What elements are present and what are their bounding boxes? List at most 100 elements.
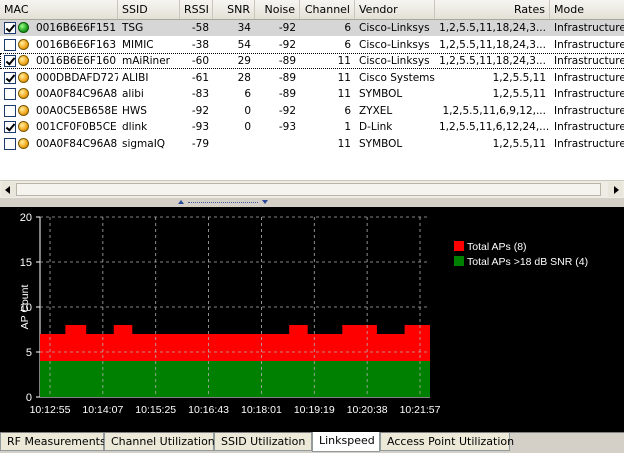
cell-rates: 1,2,5.5,11,6,12,24,... bbox=[439, 121, 550, 133]
cell-snr: 6 bbox=[244, 88, 251, 100]
table-row[interactable]: 00A0F84C96A8 alibi -83 6 -89 11 SYMBOL 1,2,5.5,… bbox=[0, 86, 624, 102]
cell-channel: 11 bbox=[337, 88, 351, 100]
cell-ssid: HWS bbox=[122, 104, 147, 117]
column-header-ssid[interactable]: SSID bbox=[118, 0, 180, 19]
splitter-grip-icon[interactable] bbox=[178, 200, 268, 205]
cell-rssi: -58 bbox=[191, 22, 209, 34]
cell-ssid: TSG bbox=[122, 22, 144, 34]
row-checkbox[interactable] bbox=[4, 121, 16, 133]
table-row[interactable]: 00A0F84C96A8 sigmaIQ -79 11 SYMBOL 1,2,5.5,11… bbox=[0, 136, 624, 152]
cell-mac: 000DBDAFD727 bbox=[36, 71, 118, 84]
cell-mode: Infrastructure bbox=[554, 71, 624, 84]
cell-ssid: ALIBI bbox=[122, 71, 149, 84]
ap-count-chart: 0 5 10 15 20 10:12:55 10:14:07 10:15:25 10:16:43… bbox=[0, 207, 624, 432]
row-checkbox[interactable] bbox=[4, 55, 16, 67]
green-status-icon bbox=[18, 22, 29, 33]
cell-ssid: mAiRiner bbox=[122, 55, 170, 67]
cell-noise: -92 bbox=[278, 104, 296, 117]
cell-mode: Infrastructure bbox=[554, 55, 624, 67]
cell-mode: Infrastructure bbox=[554, 38, 624, 51]
row-checkbox[interactable] bbox=[4, 137, 16, 150]
table-header: MAC SSID RSSI SNR Noise Channel Vendor R… bbox=[0, 0, 624, 20]
cell-vendor: D-Link bbox=[359, 121, 393, 133]
cell-snr: 54 bbox=[237, 38, 251, 51]
cell-vendor: Cisco Systems bbox=[359, 71, 435, 84]
cell-channel: 11 bbox=[337, 71, 351, 84]
orange-status-icon bbox=[18, 137, 29, 149]
cell-rates: 1,2,5.5,11 bbox=[492, 71, 546, 84]
cell-ssid: dlink bbox=[122, 121, 148, 133]
cell-rssi: -60 bbox=[191, 55, 209, 67]
cell-channel: 6 bbox=[344, 22, 351, 34]
orange-status-icon bbox=[18, 88, 29, 99]
table-row[interactable]: 0016B6E6F163 MIMIC -38 54 -92 6 Cisco-Linksys 1… bbox=[0, 37, 624, 53]
x-tick-label: 10:18:01 bbox=[241, 404, 282, 416]
cell-mode: Infrastructure bbox=[554, 88, 624, 100]
y-tick-label: 20 bbox=[20, 212, 32, 224]
column-header-snr[interactable]: SNR bbox=[213, 0, 255, 19]
cell-mode: Infrastructure bbox=[554, 22, 624, 34]
cell-mac: 00A0C5EB658E bbox=[36, 104, 118, 117]
cell-mac: 0016B6E6F163 bbox=[36, 38, 117, 51]
table-row[interactable]: 0016B6E6F160 mAiRiner -60 29 -89 11 Cisco-Link… bbox=[0, 53, 624, 69]
scroll-left-icon[interactable] bbox=[1, 182, 16, 197]
cell-channel: 6 bbox=[344, 104, 351, 117]
cell-channel: 6 bbox=[344, 38, 351, 51]
tab-rf-measurements[interactable]: RF Measurements bbox=[0, 433, 106, 451]
cell-vendor: SYMBOL bbox=[359, 88, 403, 100]
scroll-thumb[interactable] bbox=[16, 183, 601, 196]
cell-rssi: -61 bbox=[191, 71, 209, 84]
cell-mac: 00A0F84C96A8 bbox=[36, 137, 118, 150]
column-header-channel[interactable]: Channel bbox=[300, 0, 355, 19]
row-checkbox[interactable] bbox=[4, 38, 16, 51]
table-row[interactable]: 000DBDAFD727 ALIBI -61 28 -89 11 Cisco Systems… bbox=[0, 70, 624, 86]
table-row[interactable]: 001CF0F0B5CE dlink -93 0 -93 1 D-Link 1,2,5.5,1… bbox=[0, 119, 624, 135]
scroll-right-icon[interactable] bbox=[608, 182, 623, 197]
column-header-rssi[interactable]: RSSI bbox=[180, 0, 213, 19]
cell-ssid: sigmaIQ bbox=[122, 137, 166, 150]
cell-snr: 28 bbox=[237, 71, 251, 84]
legend-swatch bbox=[454, 241, 464, 251]
table-row[interactable]: 0016B6E6F151 TSG -58 34 -92 6 Cisco-Linksys 1,2… bbox=[0, 20, 624, 36]
tab-access-point-utilization[interactable]: Access Point Utilization bbox=[380, 433, 514, 451]
cell-noise: -89 bbox=[278, 88, 296, 100]
column-header-noise[interactable]: Noise bbox=[255, 0, 300, 19]
column-header-vendor[interactable]: Vendor bbox=[355, 0, 435, 19]
chart-svg: 0510152010:12:55 10:14:07 10:15:25 10:16:43… bbox=[19, 212, 588, 416]
cell-vendor: ZYXEL bbox=[359, 104, 393, 117]
pane-splitter[interactable] bbox=[0, 198, 624, 207]
cell-rates: 1,2,5.5,11,18,24,3... bbox=[439, 55, 546, 67]
cell-rssi: -79 bbox=[191, 137, 209, 150]
row-checkbox[interactable] bbox=[4, 88, 16, 100]
x-tick-label: 10:19:19 bbox=[294, 404, 335, 416]
cell-vendor: Cisco-Linksys bbox=[359, 55, 430, 67]
cell-rates: 1,2,5.5,11,18,24,3... bbox=[439, 38, 546, 51]
y-tick-label: 0 bbox=[26, 392, 32, 404]
legend-swatch bbox=[454, 256, 464, 266]
cell-rates: 1,2,5.5,11 bbox=[492, 137, 546, 150]
x-tick-label: 10:21:57 bbox=[400, 404, 441, 416]
legend-label: Total APs >18 dB SNR (4) bbox=[467, 256, 588, 268]
row-checkbox[interactable] bbox=[4, 22, 16, 34]
column-header-mac[interactable]: MAC bbox=[0, 0, 118, 19]
tab-ssid-utilization[interactable]: SSID Utilization bbox=[214, 433, 312, 451]
cell-rates: 1,2,5.5,11,18,24,3... bbox=[439, 22, 546, 34]
tab-linkspeed[interactable]: Linkspeed bbox=[312, 432, 380, 452]
row-checkbox[interactable] bbox=[4, 104, 16, 117]
horizontal-scrollbar[interactable] bbox=[0, 180, 624, 198]
cell-rates: 1,2,5.5,11 bbox=[492, 88, 546, 100]
legend-label: Total APs (8) bbox=[467, 241, 527, 253]
cell-snr: 29 bbox=[237, 55, 251, 67]
column-header-mode[interactable]: Mode bbox=[550, 0, 624, 19]
table-row[interactable]: 00A0C5EB658E HWS -92 0 -92 6 ZYXEL 1,2,5.5,11,6… bbox=[0, 103, 624, 119]
cell-vendor: Cisco-Linksys bbox=[359, 22, 430, 34]
tab-channel-utilization[interactable]: Channel Utilization bbox=[104, 433, 215, 451]
cell-noise bbox=[255, 136, 300, 152]
x-tick-label: 10:15:25 bbox=[135, 404, 176, 416]
cell-vendor: SYMBOL bbox=[359, 137, 403, 150]
series-area-1 bbox=[40, 361, 430, 397]
column-header-rates[interactable]: Rates bbox=[435, 0, 550, 19]
x-tick-label: 10:20:38 bbox=[347, 404, 388, 416]
cell-noise: -89 bbox=[278, 55, 296, 67]
row-checkbox[interactable] bbox=[4, 71, 16, 84]
